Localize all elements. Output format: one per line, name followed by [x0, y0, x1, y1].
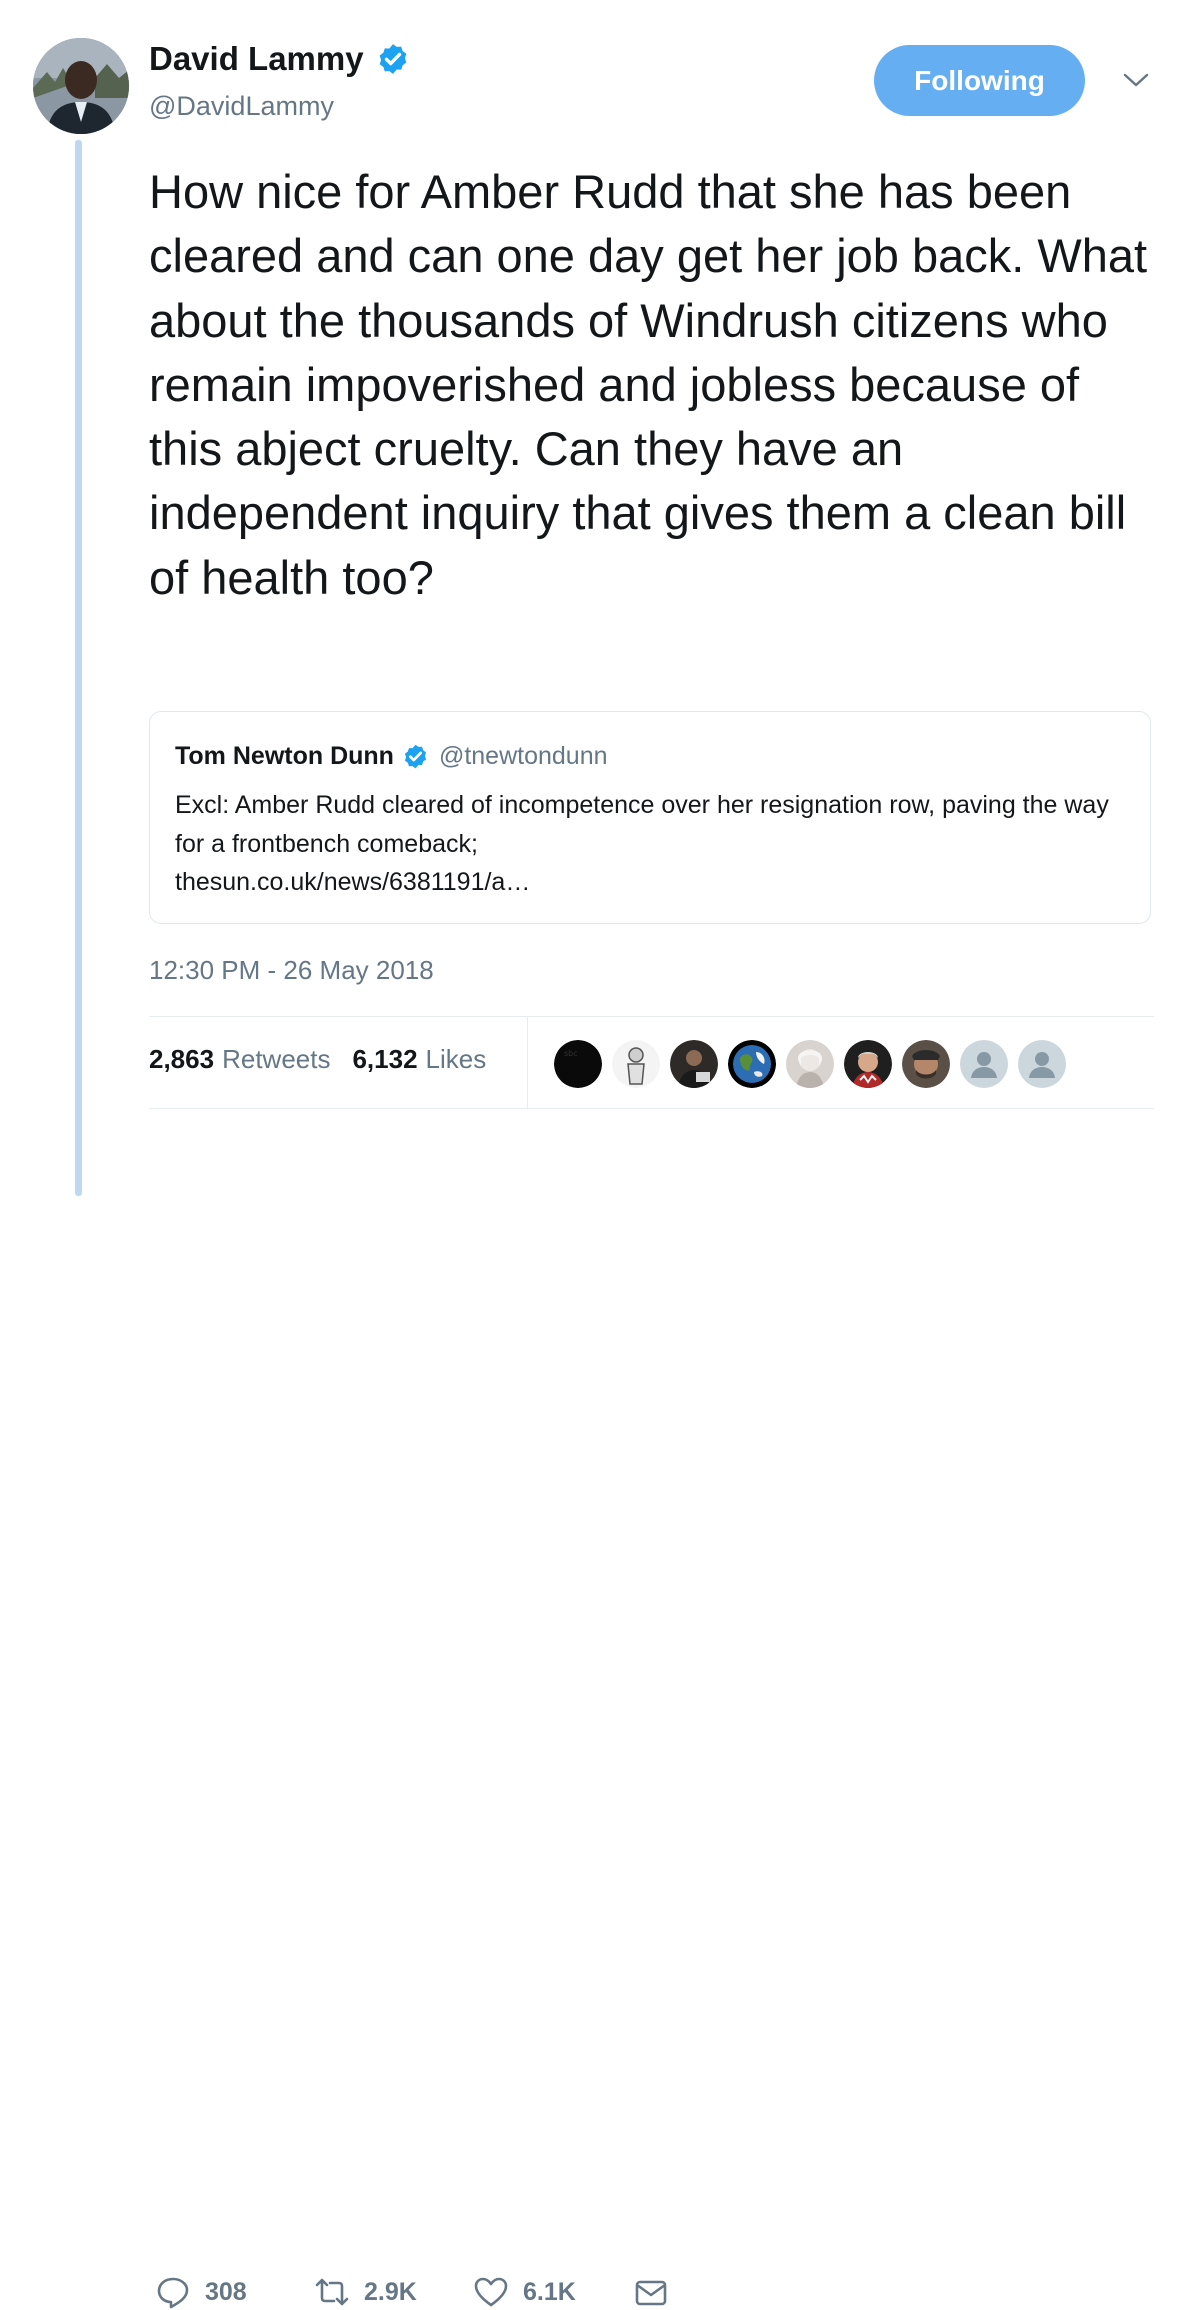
- reply-count: 308: [205, 2277, 247, 2306]
- divider: [149, 1108, 1154, 1109]
- verified-badge-icon: [404, 744, 427, 769]
- retweets-stat[interactable]: 2,863 Retweets: [149, 1044, 330, 1075]
- chevron-down-icon[interactable]: [1122, 70, 1150, 90]
- author-handle[interactable]: @DavidLammy: [149, 91, 334, 122]
- tweet-text: How nice for Amber Rudd that she has bee…: [149, 165, 1148, 604]
- stats-divider: [527, 1016, 528, 1108]
- following-button[interactable]: Following: [874, 45, 1085, 116]
- author-name-row: David Lammy: [149, 40, 410, 78]
- thread-line: [75, 140, 82, 1196]
- author-avatar[interactable]: [33, 38, 129, 134]
- quoted-author-handle: @tnewtondunn: [438, 742, 608, 770]
- retweet-icon: [315, 2278, 349, 2306]
- quoted-tweet-text: Excl: Amber Rudd cleared of incompetence…: [175, 791, 1109, 858]
- envelope-icon: [635, 2280, 667, 2306]
- like-count: 6.1K: [523, 2277, 576, 2306]
- quoted-author-name: Tom Newton Dunn: [175, 742, 394, 770]
- liker-avatar[interactable]: [786, 1040, 834, 1088]
- default-avatar-icon[interactable]: [1018, 1040, 1066, 1088]
- tweet-stats: 2,863 Retweets 6,132 Likes: [149, 1044, 486, 1075]
- quoted-tweet[interactable]: Tom Newton Dunn @tnewtondunn Excl: Amber…: [149, 711, 1151, 924]
- svg-text:sbc: sbc: [564, 1049, 578, 1058]
- like-action[interactable]: 6.1K: [473, 2274, 576, 2310]
- direct-message-action[interactable]: [633, 2274, 669, 2310]
- quoted-tweet-link[interactable]: thesun.co.uk/news/6381191/a…: [175, 868, 530, 896]
- author-name[interactable]: David Lammy: [149, 40, 364, 78]
- liker-avatar[interactable]: [670, 1040, 718, 1088]
- verified-badge-icon: [379, 44, 406, 74]
- retweets-label: Retweets: [222, 1044, 331, 1074]
- tweet-timestamp[interactable]: 12:30 PM - 26 May 2018: [149, 955, 434, 986]
- liker-avatar[interactable]: [728, 1040, 776, 1088]
- reply-icon: [157, 2277, 189, 2309]
- divider: [149, 1016, 1154, 1017]
- likes-stat[interactable]: 6,132 Likes: [352, 1044, 486, 1075]
- liker-avatar[interactable]: [612, 1040, 660, 1088]
- retweet-action[interactable]: 2.9K: [314, 2274, 417, 2310]
- retweet-count: 2.9K: [364, 2277, 417, 2306]
- likes-count: 6,132: [352, 1044, 418, 1074]
- liker-avatar[interactable]: sbc: [554, 1040, 602, 1088]
- liker-avatar[interactable]: [844, 1040, 892, 1088]
- likes-label: Likes: [425, 1044, 487, 1074]
- quoted-tweet-body: Excl: Amber Rudd cleared of incompetence…: [175, 786, 1135, 902]
- reply-action[interactable]: 308: [155, 2274, 247, 2310]
- default-avatar-icon[interactable]: [960, 1040, 1008, 1088]
- heart-icon: [474, 2277, 508, 2307]
- retweets-count: 2,863: [149, 1044, 215, 1074]
- quoted-tweet-header: Tom Newton Dunn @tnewtondunn: [175, 742, 608, 771]
- liker-avatar[interactable]: [902, 1040, 950, 1088]
